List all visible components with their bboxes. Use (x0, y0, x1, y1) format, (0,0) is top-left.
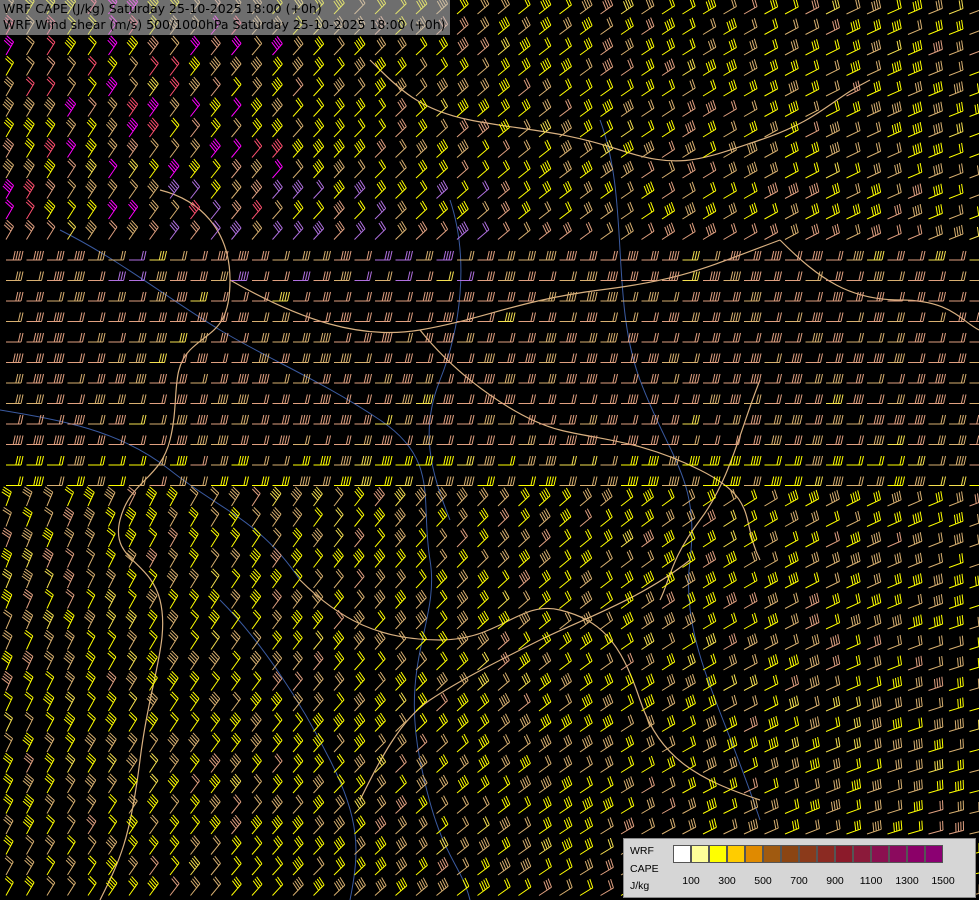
title-wind-shear: WRF Wind shear (m/s) 500/1000hPa Saturda… (3, 17, 446, 32)
title-cape: WRF CAPE (J/kg) Saturday 25-10-2025 18:0… (3, 1, 322, 16)
legend-swatch (889, 845, 907, 863)
legend-unit-label: J/kg (630, 880, 650, 892)
legend-swatch (817, 845, 835, 863)
legend-swatch (835, 845, 853, 863)
legend-tick-label: 100 (682, 875, 700, 887)
legend-tick-label: 1300 (895, 875, 919, 887)
cape-wind-shear-map (0, 0, 979, 900)
legend-tick-label: 900 (826, 875, 844, 887)
legend-tick-label: 300 (718, 875, 736, 887)
legend-swatch (781, 845, 799, 863)
legend-variable-label: CAPE (630, 863, 659, 875)
legend-ticks: 100 300 500 700 900 1100 1300 1500 (673, 875, 973, 889)
legend-swatch (871, 845, 889, 863)
legend-model-label: WRF (630, 845, 654, 857)
legend-tick-label: 500 (754, 875, 772, 887)
legend-swatch (673, 845, 691, 863)
legend-swatch (853, 845, 871, 863)
legend-color-scale (673, 845, 943, 863)
legend-swatch (799, 845, 817, 863)
legend-swatch (907, 845, 925, 863)
cape-legend: WRF CAPE J/kg 100 300 500 700 900 1100 1300 150… (623, 838, 976, 898)
legend-swatch (709, 845, 727, 863)
legend-tick-label: 1500 (931, 875, 955, 887)
legend-swatch (763, 845, 781, 863)
legend-swatch (925, 845, 943, 863)
legend-swatch (691, 845, 709, 863)
map-title: WRF CAPE (J/kg) Saturday 25-10-2025 18:0… (0, 0, 450, 35)
legend-swatch (727, 845, 745, 863)
legend-tick-label: 700 (790, 875, 808, 887)
legend-tick-label: 1100 (859, 875, 883, 887)
legend-swatch (745, 845, 763, 863)
